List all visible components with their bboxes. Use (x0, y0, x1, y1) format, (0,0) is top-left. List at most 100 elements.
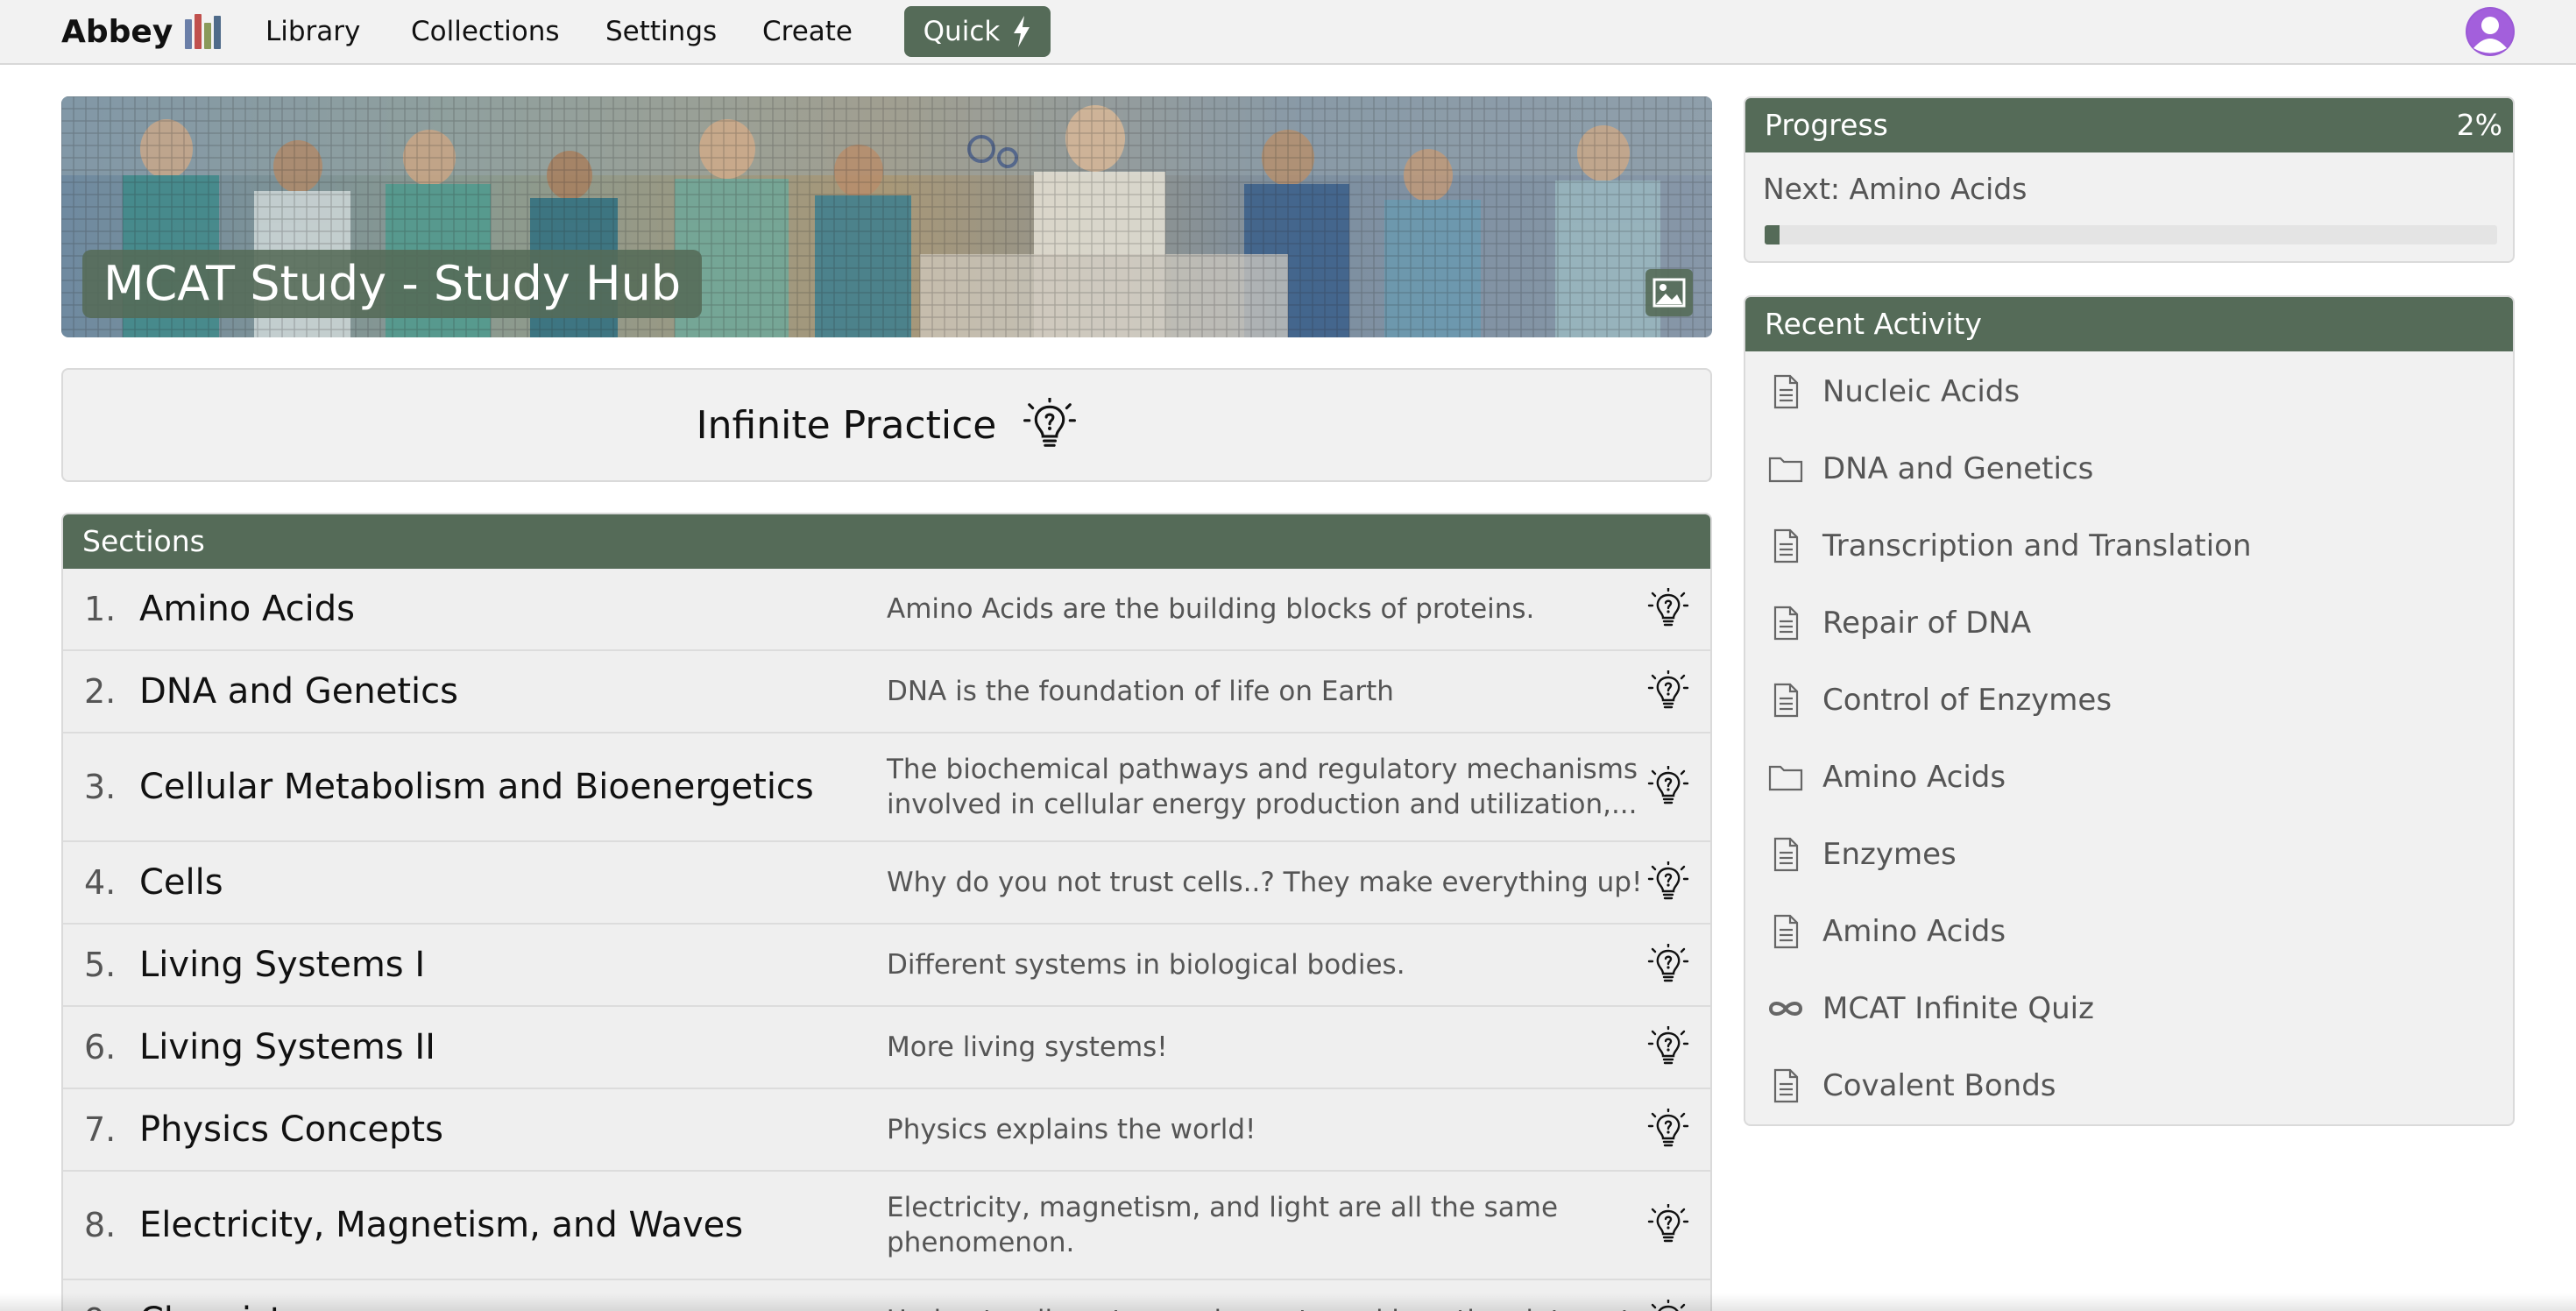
recent-activity-header: Recent Activity (1745, 297, 2513, 351)
section-row[interactable]: 5. Living Systems I Different systems in b… (63, 925, 1710, 1007)
section-number: 8. (84, 1206, 117, 1244)
practice-lightbulb-icon[interactable] (1647, 586, 1689, 630)
activity-item[interactable]: DNA and Genetics (1745, 430, 2513, 507)
activity-label: Transcription and Translation (1822, 528, 2252, 563)
next-up-link[interactable]: Next: Amino Acids (1763, 172, 2027, 206)
lightning-icon (1014, 16, 1030, 47)
activity-item[interactable]: Covalent Bonds (1745, 1047, 2513, 1124)
document-icon (1766, 835, 1805, 874)
section-row[interactable]: 8. Electricity, Magnetism, and Waves Elect… (63, 1172, 1710, 1280)
practice-lightbulb-icon[interactable] (1647, 942, 1689, 986)
nav-collections[interactable]: Collections (411, 14, 560, 49)
section-title[interactable]: Cellular Metabolism and Bioenergetics (139, 767, 814, 807)
section-number: 3. (84, 768, 117, 806)
activity-item[interactable]: Transcription and Translation (1745, 507, 2513, 585)
section-row[interactable]: 1. Amino Acids Amino Acids are the buildin… (63, 569, 1710, 651)
progress-title: Progress (1765, 108, 1888, 142)
user-avatar[interactable] (2466, 7, 2515, 56)
quick-button[interactable]: Quick (904, 6, 1051, 57)
section-title[interactable]: Living Systems II (139, 1027, 435, 1067)
section-title[interactable]: Electricity, Magnetism, and Waves (139, 1205, 743, 1245)
document-icon (1766, 604, 1805, 642)
practice-lightbulb-icon[interactable] (1647, 1024, 1689, 1068)
section-number: 2. (84, 672, 117, 711)
section-description: DNA is the foundation of life on Earth (887, 676, 1394, 707)
section-description: The biochemical pathways and regulatory … (887, 754, 1638, 820)
activity-item[interactable]: Amino Acids (1745, 893, 2513, 970)
progress-percent: 2% (2456, 108, 2502, 142)
activity-label: Amino Acids (1822, 760, 2006, 795)
section-row[interactable]: 6. Living Systems II More living systems! (63, 1007, 1710, 1089)
section-row[interactable]: 7. Physics Concepts Physics explains the w… (63, 1089, 1710, 1172)
section-description: Electricity, magnetism, and light are al… (887, 1192, 1559, 1258)
user-icon (2467, 9, 2513, 54)
books-logo-icon (185, 14, 222, 49)
section-description: Physics explains the world! (887, 1114, 1256, 1145)
recent-activity-card: Recent Activity Nucleic Acids DNA and Gen… (1744, 295, 2515, 1126)
document-icon (1766, 912, 1805, 951)
sections-header: Sections (63, 514, 1710, 569)
activity-label: DNA and Genetics (1822, 451, 2094, 486)
infinite-practice-label: Infinite Practice (696, 402, 997, 448)
brand[interactable]: Abbey (61, 11, 222, 53)
section-description: Different systems in biological bodies. (887, 949, 1405, 981)
activity-item[interactable]: Amino Acids (1745, 739, 2513, 816)
brand-name: Abbey (61, 13, 173, 50)
section-row[interactable]: 3. Cellular Metabolism and Bioenergetics T… (63, 733, 1710, 842)
hub-title: MCAT Study - Study Hub (82, 250, 703, 318)
change-image-button[interactable] (1645, 269, 1693, 316)
activity-label: Enzymes (1822, 837, 1957, 872)
document-icon (1766, 527, 1805, 565)
section-title[interactable]: Physics Concepts (139, 1109, 443, 1150)
document-icon (1766, 681, 1805, 719)
section-description: More living systems! (887, 1031, 1168, 1063)
section-description: Amino Acids are the building blocks of p… (887, 593, 1535, 625)
section-title[interactable]: Cells (139, 862, 223, 903)
section-number: 5. (84, 946, 117, 984)
scroll-shadow (0, 1293, 2576, 1311)
progress-bar (1765, 225, 2497, 244)
nav-library[interactable]: Library (265, 14, 360, 49)
infinite-practice-button[interactable]: Infinite Practice (61, 368, 1712, 482)
section-title[interactable]: Amino Acids (139, 589, 355, 629)
document-icon (1766, 372, 1805, 411)
practice-lightbulb-icon[interactable] (1647, 1202, 1689, 1246)
folder-icon (1766, 758, 1805, 797)
lightbulb-question-icon (1023, 398, 1077, 447)
practice-lightbulb-icon[interactable] (1647, 764, 1689, 808)
top-nav: Abbey Library Collections Settings Creat… (0, 0, 2576, 65)
section-number: 4. (84, 863, 117, 902)
activity-item[interactable]: Control of Enzymes (1745, 662, 2513, 739)
image-icon (1652, 278, 1686, 308)
practice-lightbulb-icon[interactable] (1647, 860, 1689, 904)
activity-item[interactable]: Nucleic Acids (1745, 353, 2513, 430)
activity-label: Amino Acids (1822, 914, 2006, 949)
infinity-icon (1766, 989, 1805, 1028)
section-description: Why do you not trust cells..? They make … (887, 867, 1643, 898)
folder-icon (1766, 450, 1805, 488)
activity-label: Nucleic Acids (1822, 374, 2020, 409)
activity-label: Covalent Bonds (1822, 1068, 2056, 1103)
activity-item[interactable]: Repair of DNA (1745, 585, 2513, 662)
activity-label: Repair of DNA (1822, 606, 2032, 641)
section-title[interactable]: Living Systems I (139, 945, 425, 985)
practice-lightbulb-icon[interactable] (1647, 669, 1689, 712)
section-number: 7. (84, 1110, 117, 1149)
progress-bar-fill (1765, 225, 1780, 244)
section-number: 6. (84, 1028, 117, 1067)
hero-banner: MCAT Study - Study Hub (61, 96, 1712, 337)
section-title[interactable]: DNA and Genetics (139, 671, 458, 712)
activity-item[interactable]: MCAT Infinite Quiz (1745, 970, 2513, 1047)
progress-header: Progress 2% (1745, 98, 2513, 152)
activity-label: MCAT Infinite Quiz (1822, 991, 2094, 1026)
quick-label: Quick (923, 16, 1001, 47)
practice-lightbulb-icon[interactable] (1647, 1107, 1689, 1151)
nav-create[interactable]: Create (762, 14, 853, 49)
nav-settings[interactable]: Settings (605, 14, 717, 49)
section-row[interactable]: 4. Cells Why do you not trust cells..? The… (63, 842, 1710, 925)
section-number: 1. (84, 590, 117, 628)
activity-item[interactable]: Enzymes (1745, 816, 2513, 893)
progress-card: Progress 2% Next: Amino Acids (1744, 96, 2515, 263)
activity-label: Control of Enzymes (1822, 683, 2112, 718)
section-row[interactable]: 2. DNA and Genetics DNA is the foundation … (63, 651, 1710, 733)
